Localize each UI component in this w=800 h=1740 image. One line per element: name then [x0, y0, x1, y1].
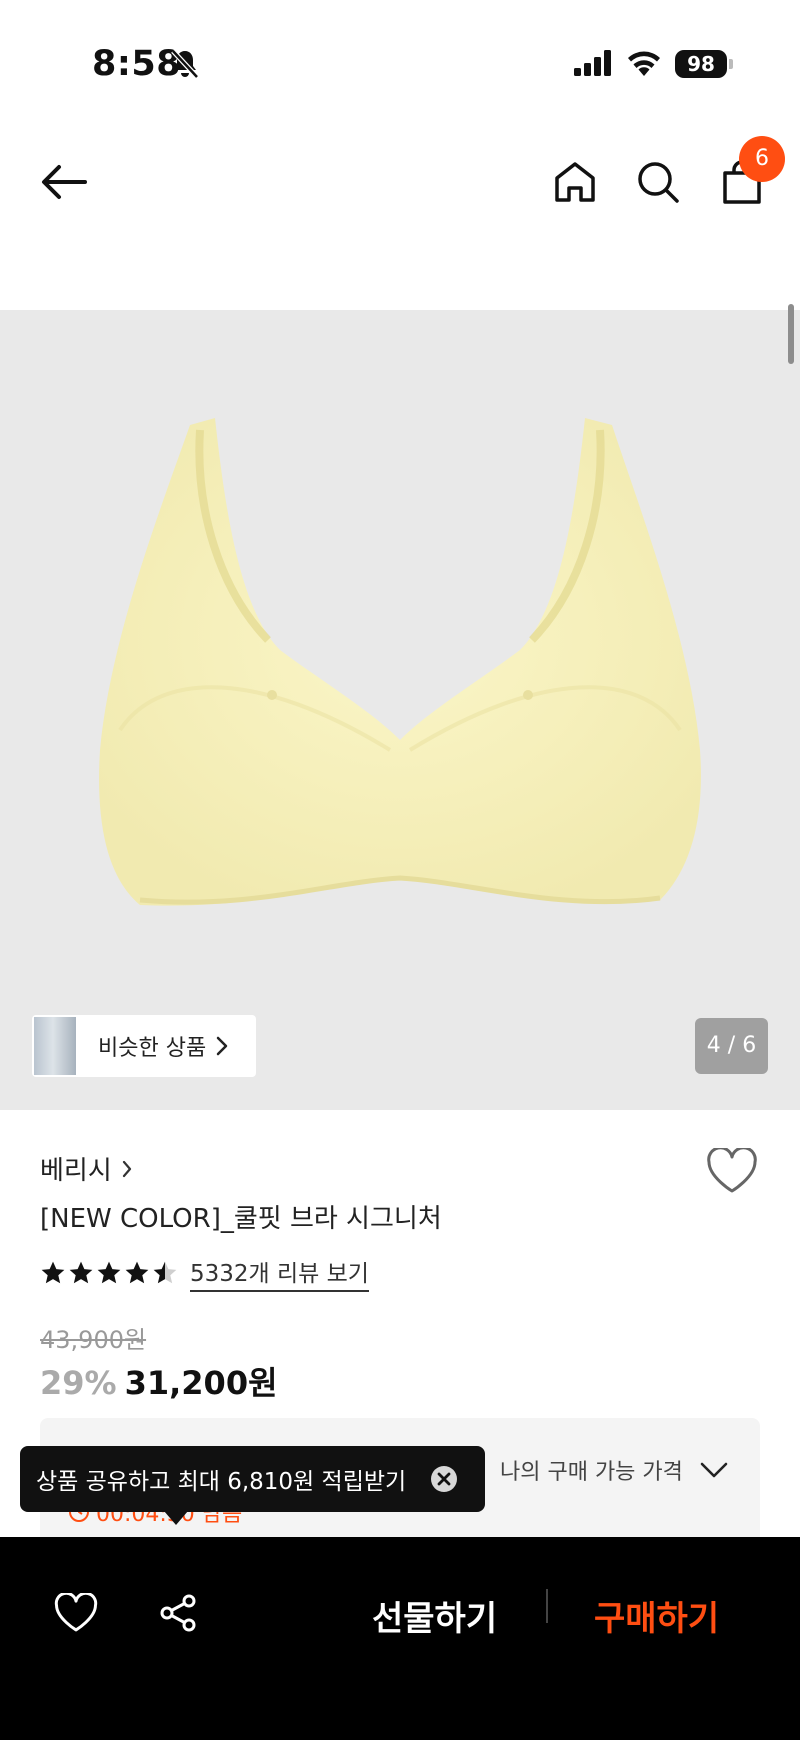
tooltip-text: 상품 공유하고 최대 6,810원 적립받기 [36, 1469, 407, 1495]
sale-price: 31,200원 [124, 1364, 278, 1402]
my-price-label: 나의 구매 가능 가격 [500, 1460, 683, 1485]
review-link[interactable]: 5332개 리뷰 보기 [190, 1254, 369, 1292]
star-icon [97, 1261, 121, 1284]
heart-icon [707, 1146, 757, 1193]
buy-button[interactable]: 구매하기 [594, 1591, 719, 1640]
gift-button[interactable]: 선물하기 [372, 1591, 497, 1640]
image-counter: 4 / 6 [695, 1018, 768, 1074]
close-icon[interactable] [430, 1465, 458, 1493]
half-star-icon [153, 1261, 177, 1284]
product-image-carousel[interactable] [0, 310, 800, 1110]
button-divider [546, 1589, 548, 1623]
share-reward-tooltip: 상품 공유하고 최대 6,810원 적립받기 [20, 1446, 485, 1512]
search-button[interactable] [626, 150, 690, 214]
top-navigation [0, 130, 800, 240]
page-scrollbar[interactable] [788, 304, 794, 364]
bottom-wishlist-button[interactable] [44, 1581, 108, 1645]
original-price: 43,900원 [40, 1326, 147, 1354]
chevron-right-icon [122, 1160, 131, 1177]
signal-icon [574, 50, 614, 80]
discount-percent: 29% [40, 1364, 117, 1402]
share-button[interactable] [146, 1581, 210, 1645]
star-icon [69, 1261, 93, 1284]
chevron-down-icon [700, 1462, 728, 1478]
similar-products-label: 비슷한 상품 [98, 1036, 207, 1061]
sale-price-row: 29% 31,200원 [40, 1358, 278, 1404]
search-icon [638, 162, 679, 203]
heart-icon [54, 1593, 98, 1632]
home-icon [555, 162, 595, 202]
star-icon [41, 1261, 65, 1284]
wishlist-button[interactable] [706, 1146, 758, 1198]
product-image [99, 418, 701, 906]
bell-slash-icon [170, 48, 200, 84]
my-price-toggle[interactable]: 나의 구매 가능 가격 [500, 1454, 729, 1486]
battery-indicator: 98 [675, 50, 727, 78]
similar-products-button[interactable]: 비슷한 상품 [32, 1015, 256, 1077]
wifi-icon [626, 48, 662, 80]
star-icon [125, 1261, 149, 1284]
back-arrow-icon [42, 165, 87, 199]
brand-name: 베리시 [40, 1156, 112, 1186]
back-button[interactable] [32, 150, 96, 214]
bottom-action-bar: 선물하기 구매하기 [0, 1537, 800, 1740]
similar-product-thumbnail [34, 1017, 76, 1075]
brand-link[interactable]: 베리시 [40, 1150, 132, 1187]
status-time: 8:58 [92, 44, 182, 84]
share-icon [160, 1594, 196, 1632]
home-button[interactable] [543, 150, 607, 214]
status-bar: 8:58 98 [0, 0, 800, 120]
cart-count-badge: 6 [739, 136, 785, 182]
battery-tip [729, 59, 733, 69]
product-title: [NEW COLOR]_쿨핏 브라 시그니처 [40, 1204, 442, 1234]
chevron-right-icon [216, 1036, 228, 1056]
star-rating [40, 1260, 178, 1286]
rating-row: 5332개 리뷰 보기 [40, 1254, 369, 1292]
tooltip-pointer [164, 1511, 188, 1525]
